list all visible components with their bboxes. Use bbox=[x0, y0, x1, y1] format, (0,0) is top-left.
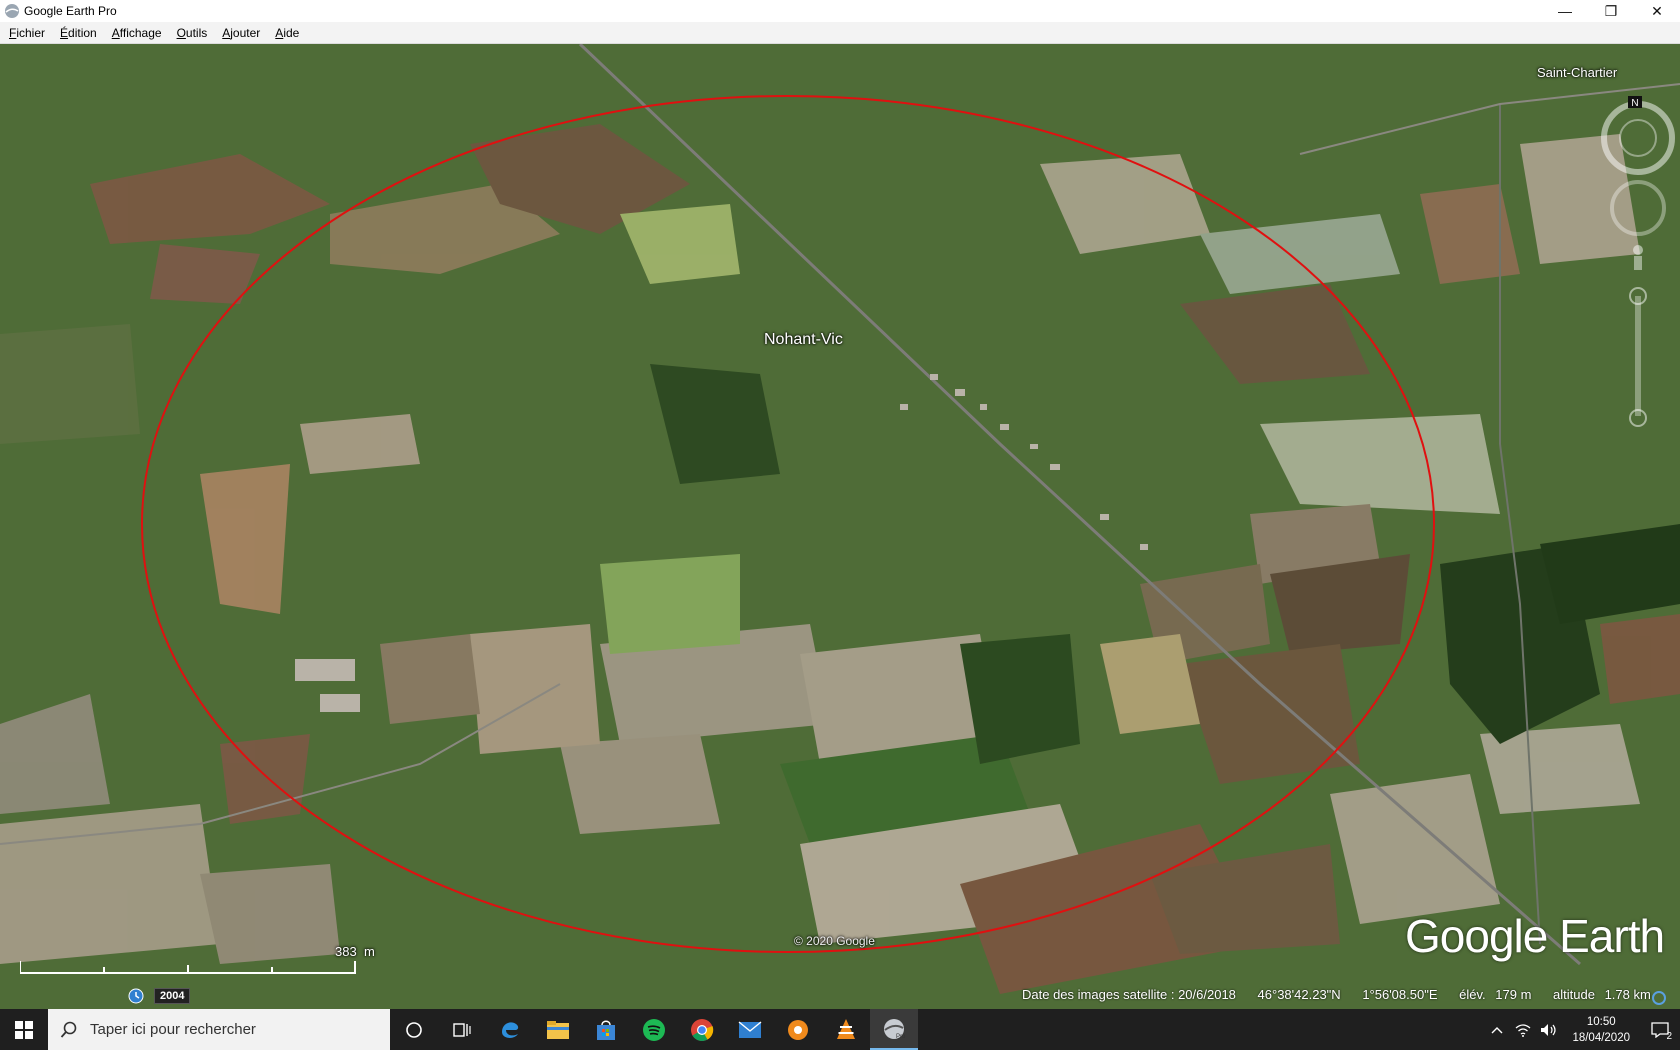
compass-north-letter: N bbox=[1631, 98, 1638, 109]
svg-text:Pro: Pro bbox=[896, 1034, 906, 1040]
menu-mnemonic: É bbox=[60, 25, 69, 40]
streaming-progress-icon bbox=[1652, 991, 1666, 1005]
imagery-year-badge: 2004 bbox=[154, 988, 191, 1004]
chrome-icon bbox=[691, 1018, 714, 1041]
scale-bar bbox=[20, 961, 356, 974]
taskbar-app-chrome[interactable] bbox=[678, 1009, 726, 1050]
menu-label: utils bbox=[185, 25, 208, 40]
taskbar-app-vlc-settings[interactable] bbox=[774, 1009, 822, 1050]
latitude-readout: 46°38'42.23"N bbox=[1257, 987, 1341, 1002]
menu-bar: Fichier Édition Affichage Outils Ajouter… bbox=[0, 22, 1680, 44]
google-earth-app-icon bbox=[5, 4, 19, 18]
clock-time: 10:50 bbox=[1586, 1015, 1616, 1028]
search-placeholder: Taper ici pour rechercher bbox=[90, 1021, 256, 1038]
spotify-icon bbox=[643, 1018, 665, 1041]
menu-ajouter[interactable]: Ajouter bbox=[213, 26, 266, 40]
menu-label: jouter bbox=[230, 25, 261, 40]
speaker-icon bbox=[1541, 1023, 1557, 1036]
taskbar-app-store[interactable] bbox=[582, 1009, 630, 1050]
altitude-readout: 1.78 km bbox=[1604, 987, 1651, 1002]
search-icon bbox=[60, 1021, 77, 1038]
elevation-label: élév. bbox=[1459, 987, 1486, 1002]
scale-label: 383 m bbox=[335, 944, 375, 959]
network-button[interactable] bbox=[1512, 1009, 1534, 1050]
menu-affichage[interactable]: Affichage bbox=[103, 26, 168, 40]
altitude-label: altitude bbox=[1553, 987, 1595, 1002]
menu-outils[interactable]: Outils bbox=[168, 26, 214, 40]
google-earth-logo: Google Earth bbox=[1405, 910, 1665, 962]
window-title: Google Earth Pro bbox=[24, 4, 117, 18]
taskbar-app-google-earth[interactable]: Pro bbox=[870, 1009, 918, 1050]
menu-fichier[interactable]: Fichier bbox=[0, 26, 51, 40]
menu-mnemonic: A bbox=[111, 25, 120, 40]
cortana-icon bbox=[406, 1021, 422, 1038]
menu-label: ichier bbox=[16, 25, 46, 40]
satellite-imagery bbox=[0, 44, 1680, 1009]
mail-icon bbox=[738, 1020, 762, 1038]
clock[interactable]: 10:50 18/04/2020 bbox=[1572, 1014, 1630, 1046]
status-bar: Date des images satellite : 20/6/2018 46… bbox=[1022, 987, 1669, 1002]
place-label-nohant-vic[interactable]: Nohant-Vic bbox=[764, 331, 843, 349]
menu-aide[interactable]: Aide bbox=[266, 26, 305, 40]
close-button[interactable]: ✕ bbox=[1634, 0, 1680, 22]
map-viewport[interactable]: Nohant-Vic Saint-Chartier © 2020 Google … bbox=[0, 44, 1680, 1009]
windows-logo-icon bbox=[15, 1020, 33, 1039]
task-view-button[interactable] bbox=[438, 1009, 486, 1050]
taskbar-app-spotify[interactable] bbox=[630, 1009, 678, 1050]
file-explorer-icon bbox=[547, 1020, 569, 1039]
street-view-pegman-icon[interactable] bbox=[1633, 245, 1643, 270]
volume-button[interactable] bbox=[1538, 1009, 1560, 1050]
longitude-readout: 1°56'08.50"E bbox=[1362, 987, 1438, 1002]
notification-count: 2 bbox=[1666, 1031, 1672, 1042]
taskbar-search-input[interactable]: Taper ici pour rechercher bbox=[48, 1009, 390, 1050]
historical-imagery-icon[interactable] bbox=[128, 988, 144, 1004]
vlc-settings-icon bbox=[788, 1019, 808, 1040]
cortana-button[interactable] bbox=[390, 1009, 438, 1050]
maximize-button[interactable]: ❐ bbox=[1588, 0, 1634, 22]
menu-mnemonic: O bbox=[176, 25, 186, 40]
menu-label: ide bbox=[283, 25, 300, 40]
taskbar-app-vlc[interactable] bbox=[822, 1009, 870, 1050]
taskbar-app-mail[interactable] bbox=[726, 1009, 774, 1050]
action-center-button[interactable]: 2 bbox=[1640, 1009, 1680, 1050]
copyright-text: © 2020 Google bbox=[794, 934, 875, 948]
imagery-date: Date des images satellite : 20/6/2018 bbox=[1022, 987, 1236, 1002]
start-button[interactable] bbox=[0, 1009, 48, 1050]
windows-taskbar: Taper ici pour rechercher Pro 10:50 18/0… bbox=[0, 1009, 1680, 1050]
wifi-icon bbox=[1516, 1023, 1531, 1037]
edge-icon bbox=[502, 1021, 519, 1038]
menu-label: ffichage bbox=[119, 25, 162, 40]
task-view-icon bbox=[453, 1022, 471, 1037]
compass-ring-icon[interactable] bbox=[1601, 101, 1675, 175]
clock-date: 18/04/2020 bbox=[1572, 1031, 1630, 1044]
title-bar: Google Earth Pro — ❐ ✕ bbox=[0, 0, 1680, 22]
chevron-up-icon bbox=[1491, 1026, 1503, 1033]
scale-unit: m bbox=[363, 944, 375, 959]
minimize-button[interactable]: — bbox=[1542, 0, 1588, 22]
taskbar-app-edge[interactable] bbox=[486, 1009, 534, 1050]
system-tray: 10:50 18/04/2020 2 bbox=[1484, 1009, 1680, 1050]
google-earth-icon: Pro bbox=[884, 1018, 906, 1040]
menu-edition[interactable]: Édition bbox=[51, 26, 103, 40]
navigation-controls[interactable]: N bbox=[1596, 96, 1680, 436]
store-icon bbox=[597, 1020, 615, 1040]
show-hidden-icons-button[interactable] bbox=[1486, 1009, 1508, 1050]
place-label-saint-chartier[interactable]: Saint-Chartier bbox=[1537, 65, 1617, 80]
look-joystick-icon[interactable] bbox=[1610, 180, 1666, 236]
taskbar-app-file-explorer[interactable] bbox=[534, 1009, 582, 1050]
vlc-icon bbox=[837, 1018, 855, 1039]
zoom-slider-icon[interactable] bbox=[1629, 287, 1647, 427]
elevation-readout: 179 m bbox=[1495, 987, 1532, 1002]
scale-distance: 383 bbox=[335, 944, 357, 959]
menu-label: dition bbox=[68, 25, 97, 40]
